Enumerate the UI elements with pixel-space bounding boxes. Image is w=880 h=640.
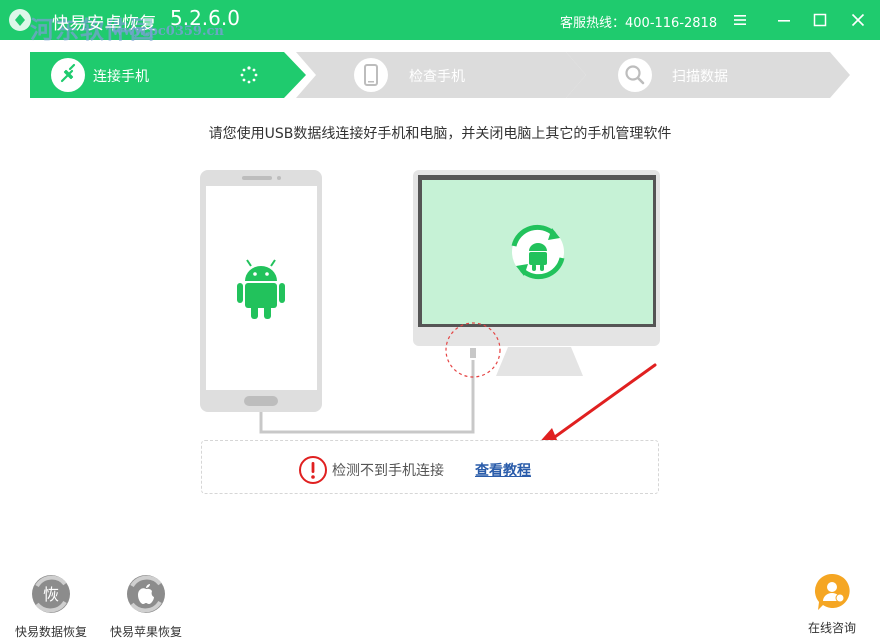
warning-icon <box>299 456 327 484</box>
status-error-text: 检测不到手机连接 <box>332 463 444 479</box>
sync-android-icon <box>511 224 565 280</box>
connection-illustration <box>200 170 660 440</box>
data-recovery-label: 快易数据恢复 <box>14 625 87 639</box>
apple-recovery-icon <box>127 575 165 613</box>
apple-recovery-button[interactable]: 快易苹果恢复 <box>101 572 191 640</box>
consult-icon <box>814 573 850 610</box>
apple-recovery-label: 快易苹果恢复 <box>109 625 182 639</box>
view-tutorial-link[interactable]: 查看教程 <box>475 460 531 480</box>
online-consult-button[interactable]: 在线咨询 <box>800 572 864 636</box>
online-consult-label: 在线咨询 <box>807 621 856 635</box>
data-recovery-button[interactable]: 恢 快易数据恢复 <box>6 572 96 640</box>
data-recovery-badge: 恢 <box>43 585 59 604</box>
data-recovery-icon: 恢 <box>32 575 70 613</box>
red-arrow-icon <box>541 363 657 440</box>
